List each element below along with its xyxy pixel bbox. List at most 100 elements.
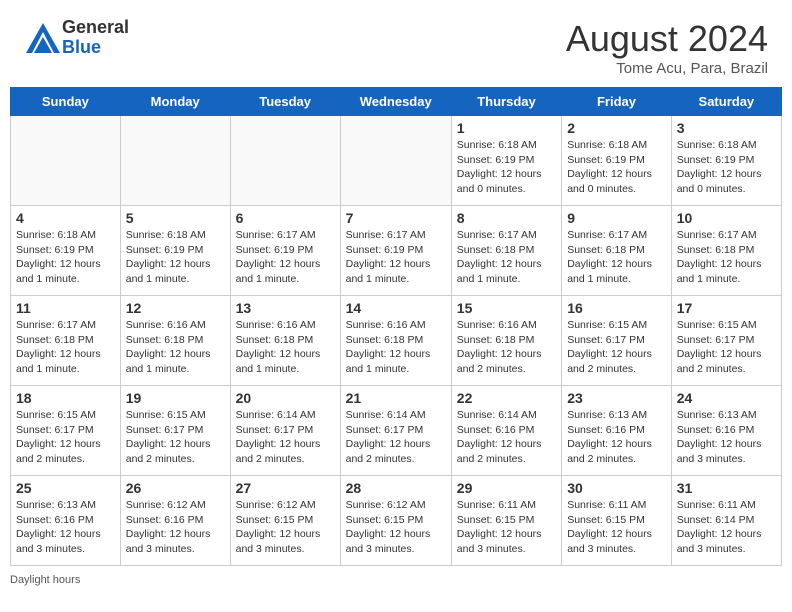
day-header-friday: Friday — [562, 88, 672, 116]
cell-info: Sunrise: 6:15 AM Sunset: 6:17 PM Dayligh… — [126, 408, 225, 467]
cell-info: Sunrise: 6:14 AM Sunset: 6:17 PM Dayligh… — [236, 408, 335, 467]
day-header-tuesday: Tuesday — [230, 88, 340, 116]
cell-info: Sunrise: 6:12 AM Sunset: 6:15 PM Dayligh… — [346, 498, 446, 557]
date-number: 21 — [346, 390, 446, 406]
cell-info: Sunrise: 6:15 AM Sunset: 6:17 PM Dayligh… — [567, 318, 666, 377]
calendar-cell — [120, 116, 230, 206]
cell-info: Sunrise: 6:12 AM Sunset: 6:16 PM Dayligh… — [126, 498, 225, 557]
calendar-cell: 1Sunrise: 6:18 AM Sunset: 6:19 PM Daylig… — [451, 116, 561, 206]
header: General Blue August 2024 Tome Acu, Para,… — [0, 0, 792, 87]
date-number: 10 — [677, 210, 776, 226]
day-header-wednesday: Wednesday — [340, 88, 451, 116]
cell-info: Sunrise: 6:16 AM Sunset: 6:18 PM Dayligh… — [236, 318, 335, 377]
cell-info: Sunrise: 6:13 AM Sunset: 6:16 PM Dayligh… — [677, 408, 776, 467]
date-number: 8 — [457, 210, 556, 226]
cell-info: Sunrise: 6:11 AM Sunset: 6:15 PM Dayligh… — [567, 498, 666, 557]
cell-info: Sunrise: 6:16 AM Sunset: 6:18 PM Dayligh… — [126, 318, 225, 377]
cell-info: Sunrise: 6:17 AM Sunset: 6:18 PM Dayligh… — [567, 228, 666, 287]
day-header-saturday: Saturday — [671, 88, 781, 116]
date-number: 9 — [567, 210, 666, 226]
calendar-cell: 26 Sunrise: 6:12 AM Sunset: 6:16 PM Dayli… — [120, 476, 230, 566]
date-number: 13 — [236, 300, 335, 316]
date-number: 4 — [16, 210, 115, 226]
cell-info: Sunrise: 6:11 AM Sunset: 6:15 PM Dayligh… — [457, 498, 556, 557]
date-number: 26 — [126, 480, 225, 496]
cell-info: Sunrise: 6:18 AM Sunset: 6:19 PM Dayligh… — [126, 228, 225, 287]
calendar-cell: 30 Sunrise: 6:11 AM Sunset: 6:15 PM Dayli… — [562, 476, 672, 566]
date-number: 19 — [126, 390, 225, 406]
cell-info: Sunrise: 6:17 AM Sunset: 6:18 PM Dayligh… — [457, 228, 556, 287]
cell-info: Sunrise: 6:16 AM Sunset: 6:18 PM Dayligh… — [346, 318, 446, 377]
calendar-cell: 4 Sunrise: 6:18 AM Sunset: 6:19 PM Daylig… — [11, 206, 121, 296]
cell-info: Sunrise: 6:15 AM Sunset: 6:17 PM Dayligh… — [16, 408, 115, 467]
page-container: General Blue August 2024 Tome Acu, Para,… — [0, 0, 792, 594]
calendar-cell: 24Sunrise: 6:13 AM Sunset: 6:16 PM Dayli… — [671, 386, 781, 476]
calendar-cell: 8 Sunrise: 6:17 AM Sunset: 6:18 PM Daylig… — [451, 206, 561, 296]
calendar-cell — [230, 116, 340, 206]
cell-info: Sunrise: 6:14 AM Sunset: 6:17 PM Dayligh… — [346, 408, 446, 467]
cell-info: Sunrise: 6:14 AM Sunset: 6:16 PM Dayligh… — [457, 408, 556, 467]
calendar-cell: 12 Sunrise: 6:16 AM Sunset: 6:18 PM Dayli… — [120, 296, 230, 386]
calendar-cell: 22 Sunrise: 6:14 AM Sunset: 6:16 PM Dayli… — [451, 386, 561, 476]
cell-info: Sunrise: 6:17 AM Sunset: 6:18 PM Dayligh… — [16, 318, 115, 377]
calendar-cell: 17 Sunrise: 6:15 AM Sunset: 6:17 PM Dayli… — [671, 296, 781, 386]
calendar-cell: 3 Sunrise: 6:18 AM Sunset: 6:19 PM Daylig… — [671, 116, 781, 206]
calendar-cell: 15Sunrise: 6:16 AM Sunset: 6:18 PM Dayli… — [451, 296, 561, 386]
calendar-cell: 25 Sunrise: 6:13 AM Sunset: 6:16 PM Dayli… — [11, 476, 121, 566]
daylight-label: Daylight hours — [10, 574, 80, 586]
calendar-cell: 27 Sunrise: 6:12 AM Sunset: 6:15 PM Dayli… — [230, 476, 340, 566]
calendar-cell: 9 Sunrise: 6:17 AM Sunset: 6:18 PM Daylig… — [562, 206, 672, 296]
cell-info: Sunrise: 6:12 AM Sunset: 6:15 PM Dayligh… — [236, 498, 335, 557]
calendar-cell — [340, 116, 451, 206]
calendar-cell: 16Sunrise: 6:15 AM Sunset: 6:17 PM Dayli… — [562, 296, 672, 386]
location: Tome Acu, Para, Brazil — [566, 60, 768, 77]
date-number: 1 — [457, 120, 556, 136]
cell-info: Sunrise: 6:13 AM Sunset: 6:16 PM Dayligh… — [16, 498, 115, 557]
calendar-cell: 19 Sunrise: 6:15 AM Sunset: 6:17 PM Dayli… — [120, 386, 230, 476]
logo-icon — [24, 19, 62, 57]
cell-info: Sunrise: 6:13 AM Sunset: 6:16 PM Dayligh… — [567, 408, 666, 467]
calendar-cell: 20 Sunrise: 6:14 AM Sunset: 6:17 PM Dayli… — [230, 386, 340, 476]
date-number: 3 — [677, 120, 776, 136]
date-number: 18 — [16, 390, 115, 406]
logo-blue: Blue — [62, 38, 129, 58]
calendar-cell: 10Sunrise: 6:17 AM Sunset: 6:18 PM Dayli… — [671, 206, 781, 296]
cell-info: Sunrise: 6:18 AM Sunset: 6:19 PM Dayligh… — [16, 228, 115, 287]
week-row-2: 4 Sunrise: 6:18 AM Sunset: 6:19 PM Daylig… — [11, 206, 782, 296]
cell-info: Sunrise: 6:16 AM Sunset: 6:18 PM Dayligh… — [457, 318, 556, 377]
week-row-4: 18 Sunrise: 6:15 AM Sunset: 6:17 PM Dayli… — [11, 386, 782, 476]
date-number: 25 — [16, 480, 115, 496]
week-row-5: 25 Sunrise: 6:13 AM Sunset: 6:16 PM Dayli… — [11, 476, 782, 566]
cell-info: Sunrise: 6:15 AM Sunset: 6:17 PM Dayligh… — [677, 318, 776, 377]
date-number: 30 — [567, 480, 666, 496]
day-header-thursday: Thursday — [451, 88, 561, 116]
date-number: 22 — [457, 390, 556, 406]
date-number: 12 — [126, 300, 225, 316]
calendar-cell: 5 Sunrise: 6:18 AM Sunset: 6:19 PM Daylig… — [120, 206, 230, 296]
cell-info: Sunrise: 6:18 AM Sunset: 6:19 PM Dayligh… — [677, 138, 776, 197]
calendar-cell: 13 Sunrise: 6:16 AM Sunset: 6:18 PM Dayli… — [230, 296, 340, 386]
title-block: August 2024 Tome Acu, Para, Brazil — [566, 18, 768, 77]
date-number: 28 — [346, 480, 446, 496]
date-number: 7 — [346, 210, 446, 226]
month-year: August 2024 — [566, 18, 768, 60]
cell-info: Sunrise: 6:17 AM Sunset: 6:19 PM Dayligh… — [346, 228, 446, 287]
logo-text: General Blue — [62, 18, 129, 58]
calendar-cell: 7 Sunrise: 6:17 AM Sunset: 6:19 PM Daylig… — [340, 206, 451, 296]
calendar-cell: 11Sunrise: 6:17 AM Sunset: 6:18 PM Dayli… — [11, 296, 121, 386]
cell-info: Sunrise: 6:18 AM Sunset: 6:19 PM Dayligh… — [567, 138, 666, 197]
day-header-sunday: Sunday — [11, 88, 121, 116]
date-number: 20 — [236, 390, 335, 406]
date-number: 2 — [567, 120, 666, 136]
cell-info: Sunrise: 6:17 AM Sunset: 6:19 PM Dayligh… — [236, 228, 335, 287]
cell-info: Sunrise: 6:11 AM Sunset: 6:14 PM Dayligh… — [677, 498, 776, 557]
date-number: 5 — [126, 210, 225, 226]
calendar-cell: 2 Sunrise: 6:18 AM Sunset: 6:19 PM Daylig… — [562, 116, 672, 206]
date-number: 29 — [457, 480, 556, 496]
date-number: 14 — [346, 300, 446, 316]
date-number: 17 — [677, 300, 776, 316]
calendar-cell: 14 Sunrise: 6:16 AM Sunset: 6:18 PM Dayli… — [340, 296, 451, 386]
date-number: 27 — [236, 480, 335, 496]
week-row-3: 11Sunrise: 6:17 AM Sunset: 6:18 PM Dayli… — [11, 296, 782, 386]
calendar-cell: 29 Sunrise: 6:11 AM Sunset: 6:15 PM Dayli… — [451, 476, 561, 566]
